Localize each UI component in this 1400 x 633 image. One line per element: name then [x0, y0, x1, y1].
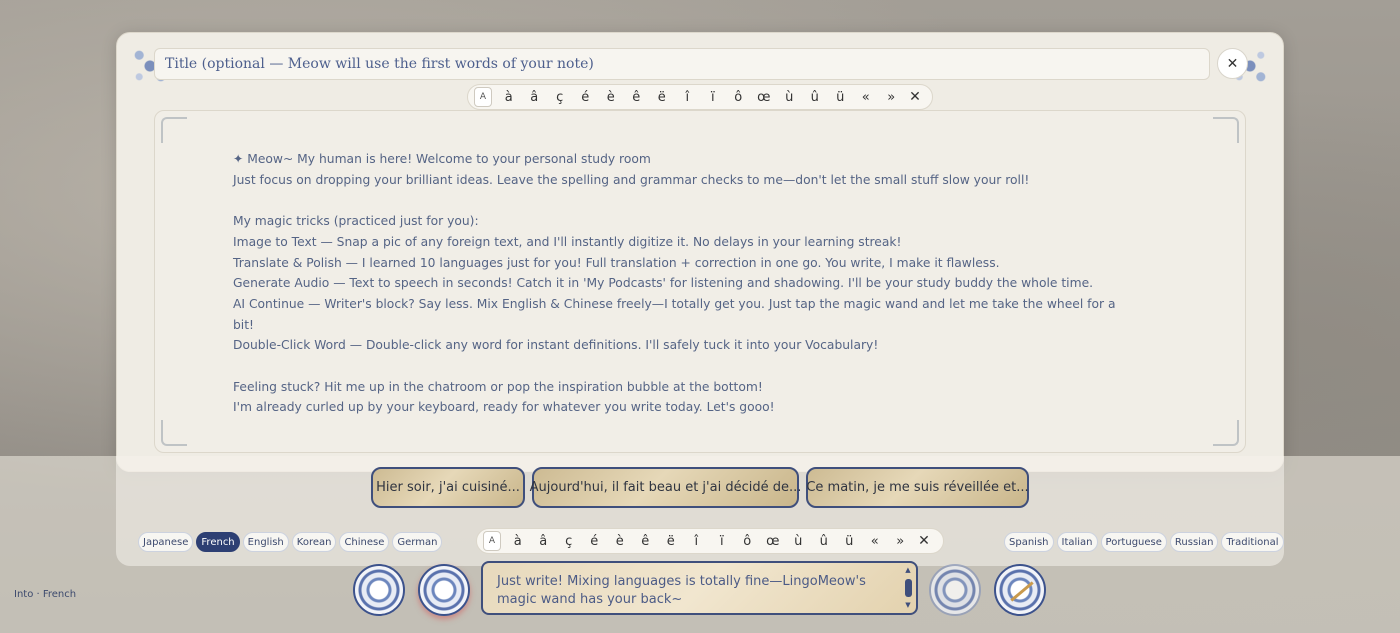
special-char-button[interactable]: ç [556, 534, 582, 549]
special-char-button[interactable]: œ [751, 90, 777, 105]
special-char-button[interactable]: ù [777, 90, 803, 105]
chat-scrollbar[interactable]: ▲ ▼ [904, 567, 912, 609]
special-char-button[interactable]: é [582, 534, 608, 549]
special-char-button[interactable]: ü [828, 90, 854, 105]
special-char-button[interactable]: ê [633, 534, 659, 549]
special-char-button[interactable]: é [573, 90, 599, 105]
suggestion-bubble[interactable]: Aujourd'hui, il fait beau et j'ai décidé… [530, 467, 801, 508]
special-char-button[interactable]: û [811, 534, 837, 549]
language-picker-right: Spanish Italian Portuguese Russian Tradition… [1004, 532, 1284, 552]
corner-ornament-icon [1213, 420, 1239, 446]
special-char-button[interactable]: ç [547, 90, 573, 105]
close-char-bar-icon[interactable]: ✕ [913, 533, 935, 549]
close-button[interactable]: ✕ [1217, 48, 1248, 79]
special-char-button[interactable]: à [505, 534, 531, 549]
special-char-button[interactable]: ë [658, 534, 684, 549]
special-char-button[interactable]: « [862, 534, 888, 549]
special-char-button[interactable]: è [598, 90, 624, 105]
wand-stick-icon [1010, 581, 1034, 602]
language-option-japanese[interactable]: Japanese [138, 532, 194, 552]
corner-ornament-icon [161, 117, 187, 143]
language-option-traditional[interactable]: Traditional [1221, 532, 1284, 552]
image-to-text-icon[interactable] [353, 564, 405, 616]
scroll-thumb[interactable] [904, 579, 912, 597]
magic-wand-icon[interactable] [994, 564, 1046, 616]
language-option-portuguese[interactable]: Portuguese [1100, 532, 1167, 552]
special-char-button[interactable]: î [675, 90, 701, 105]
special-char-bar-top: Aà â ç é è ê ë î ï ô œ ù û ü «» ✕ [467, 84, 933, 110]
special-char-button[interactable]: « [853, 90, 879, 105]
language-option-italian[interactable]: Italian [1056, 532, 1098, 552]
special-char-button[interactable]: ô [735, 534, 761, 549]
special-char-button[interactable]: » [879, 90, 905, 105]
language-picker-left: Japanese French English Korean Chinese German [138, 532, 443, 552]
special-char-button[interactable]: î [684, 534, 710, 549]
special-char-button[interactable]: è [607, 534, 633, 549]
generate-audio-icon[interactable] [929, 564, 981, 616]
language-option-korean[interactable]: Korean [291, 532, 337, 552]
suggestion-bubble[interactable]: Hier soir, j'ai cuisiné... [371, 467, 525, 508]
language-option-spanish[interactable]: Spanish [1004, 532, 1054, 552]
special-char-button[interactable]: ù [786, 534, 812, 549]
corner-ornament-icon [161, 420, 187, 446]
special-char-button[interactable]: à [496, 90, 522, 105]
special-char-button[interactable]: » [888, 534, 914, 549]
accent-toggle-button[interactable]: A [474, 87, 492, 107]
language-option-chinese[interactable]: Chinese [339, 532, 390, 552]
special-char-button[interactable]: ï [700, 90, 726, 105]
language-option-russian[interactable]: Russian [1169, 532, 1219, 552]
language-option-english[interactable]: English [242, 532, 289, 552]
corner-ornament-icon [1213, 117, 1239, 143]
note-editor[interactable]: ✦ Meow~ My human is here! Welcome to you… [154, 110, 1246, 453]
scroll-up-icon[interactable]: ▲ [905, 567, 910, 574]
chat-placeholder: Just write! Mixing languages is totally … [497, 574, 866, 607]
special-char-button[interactable]: œ [760, 534, 786, 549]
title-input[interactable] [154, 48, 1210, 80]
translate-polish-icon[interactable] [418, 564, 470, 616]
scroll-down-icon[interactable]: ▼ [905, 602, 910, 609]
close-icon: ✕ [1226, 55, 1239, 72]
accent-toggle-button[interactable]: A [483, 531, 501, 551]
special-char-button[interactable]: â [522, 90, 548, 105]
note-text[interactable]: ✦ Meow~ My human is here! Welcome to you… [233, 149, 1133, 418]
special-char-button[interactable]: û [802, 90, 828, 105]
chat-input[interactable]: Just write! Mixing languages is totally … [481, 561, 918, 615]
special-char-button[interactable]: â [531, 534, 557, 549]
language-option-french[interactable]: French [196, 532, 240, 552]
close-char-bar-icon[interactable]: ✕ [904, 89, 926, 105]
language-option-german[interactable]: German [392, 532, 443, 552]
special-char-button[interactable]: ê [624, 90, 650, 105]
special-char-button[interactable]: ô [726, 90, 752, 105]
target-language-label: Into · French [14, 589, 77, 600]
special-char-button[interactable]: ï [709, 534, 735, 549]
special-char-bar-bottom: Aà â ç é è ê ë î ï ô œ ù û ü «» ✕ [476, 528, 944, 554]
suggestion-bubble[interactable]: Ce matin, je me suis réveillée et... [806, 467, 1029, 508]
special-char-button[interactable]: ü [837, 534, 863, 549]
special-char-button[interactable]: ë [649, 90, 675, 105]
